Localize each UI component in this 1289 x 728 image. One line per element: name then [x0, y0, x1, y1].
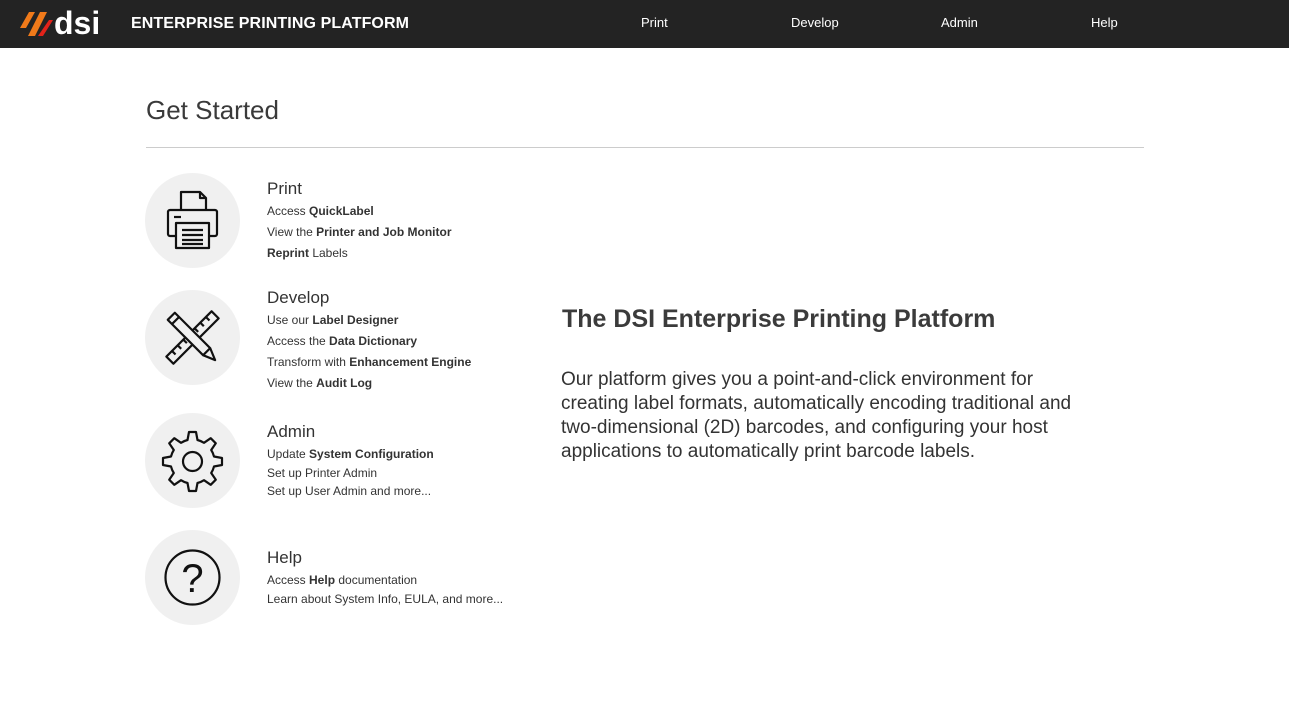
line-text: Transform with — [267, 355, 350, 369]
top-bar: dsi ENTERPRISE PRINTING PLATFORM Print D… — [0, 0, 1289, 48]
print-line-quicklabel[interactable]: Access QuickLabel — [267, 204, 374, 218]
line-link[interactable]: QuickLabel — [309, 204, 374, 218]
svg-text:?: ? — [181, 557, 203, 601]
printer-icon — [166, 190, 219, 250]
line-text: Set up User Admin and more... — [267, 484, 432, 498]
page-title: Get Started — [146, 95, 279, 125]
ruler-pencil-icon — [165, 310, 220, 365]
line-link[interactable]: Label Designer — [312, 313, 398, 327]
develop-line-engine[interactable]: Transform with Enhancement Engine — [267, 355, 471, 369]
line-link[interactable]: Reprint — [267, 246, 309, 260]
dsi-logo[interactable]: dsi — [16, 4, 112, 42]
dsi-logo-icon: dsi — [20, 5, 100, 41]
admin-line-config[interactable]: Update System Configuration — [267, 447, 434, 461]
help-icon-circle[interactable]: ? — [145, 530, 240, 625]
develop-icon-circle[interactable] — [145, 290, 240, 385]
line-text: documentation — [335, 573, 418, 587]
print-section-title[interactable]: Print — [267, 179, 302, 199]
line-link[interactable]: Audit Log — [316, 376, 372, 390]
title-divider — [146, 147, 1144, 148]
help-section-title[interactable]: Help — [267, 548, 302, 568]
develop-line-dictionary[interactable]: Access the Data Dictionary — [267, 334, 417, 348]
print-icon-circle[interactable] — [145, 173, 240, 268]
develop-section-title[interactable]: Develop — [267, 288, 329, 308]
admin-icon-circle[interactable] — [145, 413, 240, 508]
question-icon: ? — [164, 549, 221, 606]
nav-develop[interactable]: Develop — [791, 15, 839, 30]
admin-line-user-admin[interactable]: Set up User Admin and more... — [267, 484, 431, 498]
line-link[interactable]: Help — [309, 573, 335, 587]
logo-text: dsi — [54, 5, 100, 41]
line-text: Labels — [309, 246, 348, 260]
line-text: Access — [267, 573, 310, 587]
hero-description: Our platform gives you a point-and-click… — [561, 369, 1072, 462]
line-link[interactable]: Enhancement Engine — [349, 355, 471, 369]
nav-help[interactable]: Help — [1091, 15, 1118, 30]
line-link[interactable]: Data Dictionary — [329, 334, 417, 348]
line-text: View the — [267, 225, 317, 239]
help-line-docs[interactable]: Access Help documentation — [267, 573, 417, 587]
develop-line-designer[interactable]: Use our Label Designer — [267, 313, 398, 327]
print-line-reprint[interactable]: Reprint Labels — [267, 246, 348, 260]
line-text: Access the — [267, 334, 330, 348]
line-text: Learn about System Info, EULA, and more.… — [267, 592, 504, 606]
line-text: View the — [267, 376, 317, 390]
help-line-system-info[interactable]: Learn about System Info, EULA, and more.… — [267, 592, 503, 606]
line-text: Access — [267, 204, 310, 218]
line-text: Use our — [267, 313, 313, 327]
hero-title: The DSI Enterprise Printing Platform — [562, 305, 996, 333]
develop-line-audit[interactable]: View the Audit Log — [267, 376, 372, 390]
line-link[interactable]: System Configuration — [309, 447, 434, 461]
admin-line-printer-admin[interactable]: Set up Printer Admin — [267, 466, 377, 480]
nav-admin[interactable]: Admin — [941, 15, 978, 30]
line-link[interactable]: Printer and Job Monitor — [316, 225, 451, 239]
nav-print[interactable]: Print — [641, 15, 668, 30]
line-text: Set up Printer Admin — [267, 466, 378, 480]
print-line-monitor[interactable]: View the Printer and Job Monitor — [267, 225, 452, 239]
app-title: ENTERPRISE PRINTING PLATFORM — [131, 15, 410, 32]
admin-section-title[interactable]: Admin — [267, 422, 315, 442]
line-text: Update — [267, 447, 310, 461]
gear-icon — [161, 430, 224, 493]
